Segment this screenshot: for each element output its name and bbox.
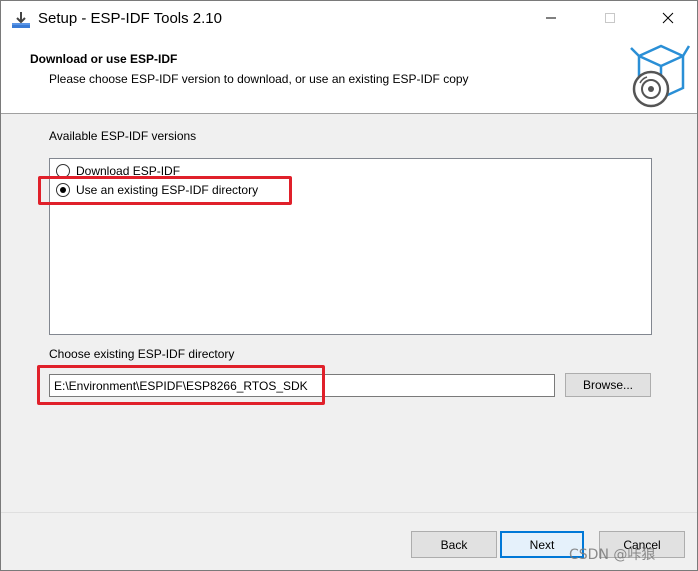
close-icon [662,12,674,27]
maximize-icon [604,12,616,27]
radio-download-label: Download ESP-IDF [76,164,181,178]
package-disc-icon [627,42,691,108]
option-use-existing-directory[interactable]: Use an existing ESP-IDF directory [56,181,258,199]
directory-label: Choose existing ESP-IDF directory [49,347,235,361]
close-button[interactable] [645,1,691,38]
installer-app-icon [11,10,31,30]
option-download-esp-idf[interactable]: Download ESP-IDF [56,162,180,180]
back-button[interactable]: Back [411,531,497,558]
setup-window: Setup - ESP-IDF Tools 2.10 Download or u… [0,0,698,571]
window-title: Setup - ESP-IDF Tools 2.10 [38,10,222,27]
browse-button[interactable]: Browse... [565,373,651,397]
versions-listbox[interactable]: Download ESP-IDF Use an existing ESP-IDF… [49,158,652,335]
radio-use-existing[interactable] [56,183,70,197]
radio-download[interactable] [56,164,70,178]
watermark-text: CSDN @咔狼 [569,547,656,563]
versions-label: Available ESP-IDF versions [49,129,197,143]
minimize-icon [545,12,557,27]
minimize-button[interactable] [528,1,574,38]
maximize-button[interactable] [587,1,633,38]
header-divider [1,113,697,114]
title-bar[interactable]: Setup - ESP-IDF Tools 2.10 [1,1,697,38]
page-title: Download or use ESP-IDF [30,52,178,66]
page-subtitle: Please choose ESP-IDF version to downloa… [49,72,469,86]
radio-use-existing-label: Use an existing ESP-IDF directory [76,183,259,197]
directory-input[interactable] [49,374,555,397]
wizard-header: Download or use ESP-IDF Please choose ES… [1,38,697,113]
